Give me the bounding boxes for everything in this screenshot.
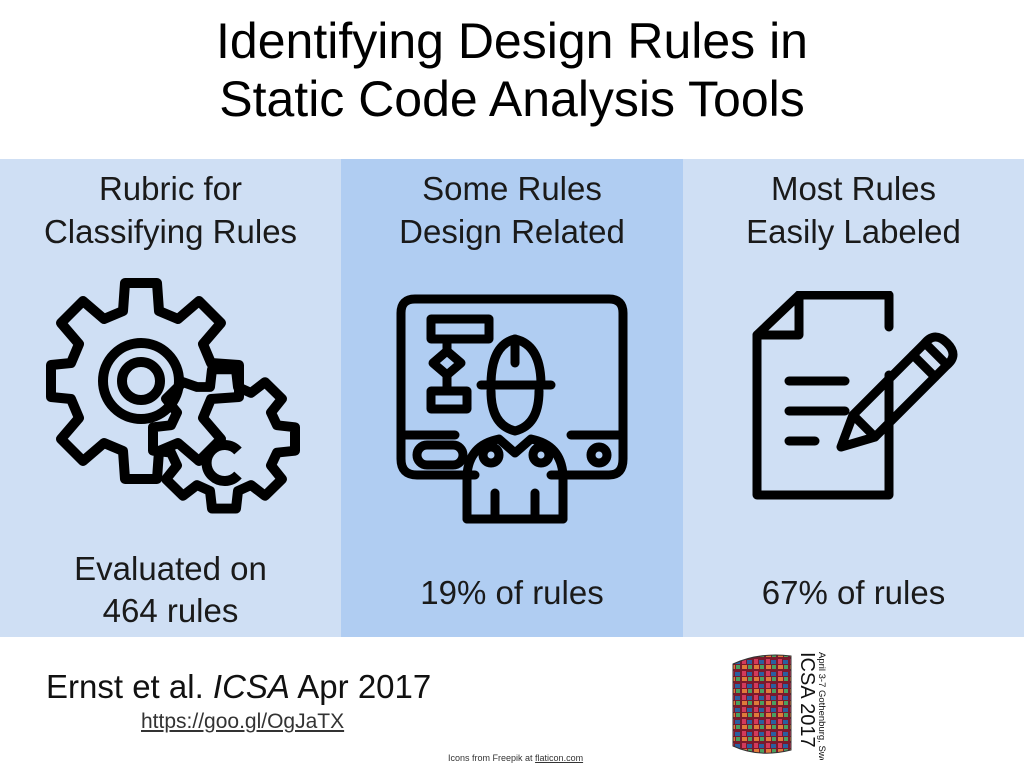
heading-line-1: Most Rules (770, 170, 937, 207)
panel-heading: Some Rules Design Related (341, 167, 683, 253)
logo-title-text: ICSA 2017 (796, 652, 818, 748)
citation-date: Apr 2017 (297, 668, 432, 705)
heading-line-2: Design Related (399, 213, 625, 250)
footer-line-1: Evaluated on (74, 550, 267, 587)
panel-easily-labeled: Most Rules Easily Labeled 67% of rules (683, 159, 1024, 637)
footer-line-1: 67% of rules (761, 574, 946, 611)
slide-title: Identifying Design Rules in Static Code … (0, 12, 1024, 128)
heading-line-2: Easily Labeled (746, 213, 961, 250)
heading-line-1: Some Rules (422, 170, 602, 207)
citation-venue: ICSA (212, 668, 290, 705)
gears-icon (46, 278, 300, 514)
panel-footer: Evaluated on 464 rules (0, 548, 341, 632)
panel-heading: Rubric for Classifying Rules (0, 167, 341, 253)
panel-rubric: Rubric for Classifying Rules Evaluated o… (0, 159, 341, 637)
footer-line-1: 19% of rules (420, 574, 604, 611)
title-line-2: Static Code Analysis Tools (219, 71, 805, 127)
title-line-1: Identifying Design Rules in (216, 13, 808, 69)
citation: Ernst et al. ICSA Apr 2017 (46, 667, 431, 707)
icsa-2017-logo: ICSA 2017 April 3-7 Gothenburg, Sweden (732, 652, 827, 760)
icon-credit: Icons from Freepik at flaticon.com (448, 753, 583, 763)
panel-footer: 19% of rules (341, 572, 683, 614)
panel-design-related: Some Rules Design Related 19% of rules (341, 159, 683, 637)
credit-prefix: Icons from Freepik at (448, 753, 533, 763)
panel-heading: Most Rules Easily Labeled (683, 167, 1024, 253)
heading-line-1: Rubric for (98, 170, 243, 207)
credit-site-link[interactable]: flaticon.com (535, 753, 583, 763)
panel-footer: 67% of rules (683, 572, 1024, 614)
footer-line-2: 464 rules (102, 592, 239, 629)
engineer-monitor-icon (396, 294, 628, 524)
logo-subtitle-text: April 3-7 Gothenburg, Sweden (816, 652, 827, 760)
citation-link[interactable]: https://goo.gl/OgJaTX (141, 710, 344, 734)
citation-authors: Ernst et al. (46, 668, 204, 705)
document-pencil-icon (752, 291, 958, 500)
heading-line-2: Classifying Rules (43, 213, 298, 250)
